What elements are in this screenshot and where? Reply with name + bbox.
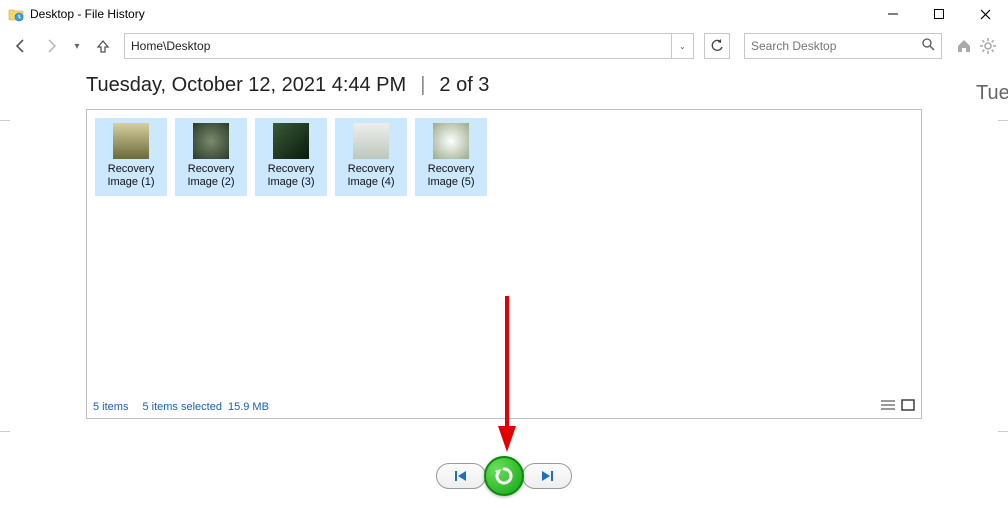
address-text: Home\Desktop <box>125 39 671 53</box>
restore-button[interactable] <box>484 456 524 496</box>
address-bar[interactable]: Home\Desktop ⌄ <box>124 33 694 59</box>
next-version-preview[interactable] <box>998 120 1008 432</box>
file-item[interactable]: RecoveryImage (3) <box>255 118 327 196</box>
file-name: Recovery <box>428 163 474 175</box>
status-size: 15.9 MB <box>228 401 269 413</box>
home-icon[interactable] <box>952 34 976 58</box>
gear-icon[interactable] <box>976 34 1000 58</box>
next-version-title: Tuesda <box>976 82 1008 105</box>
details-view-icon[interactable] <box>881 399 895 414</box>
file-item[interactable]: RecoveryImage (5) <box>415 118 487 196</box>
file-name: Recovery <box>348 163 394 175</box>
thumbnail-image <box>113 123 149 159</box>
file-name: Recovery <box>188 163 234 175</box>
version-header: Tuesday, October 12, 2021 4:44 PM | 2 of… <box>86 74 922 97</box>
folder-history-icon <box>8 6 24 22</box>
window-title: Desktop - File History <box>30 7 145 21</box>
recent-dropdown[interactable]: ▾ <box>68 33 86 59</box>
file-item[interactable]: RecoveryImage (4) <box>335 118 407 196</box>
next-version-button[interactable] <box>522 463 572 489</box>
status-count: 5 items <box>93 401 128 413</box>
search-box[interactable] <box>744 33 942 59</box>
minimize-button[interactable] <box>870 0 916 28</box>
thumbnail-image <box>193 123 229 159</box>
file-item[interactable]: RecoveryImage (1) <box>95 118 167 196</box>
version-position: 2 of 3 <box>439 74 489 97</box>
back-button[interactable] <box>8 33 34 59</box>
content-region: Tuesda Tuesday, October 12, 2021 4:44 PM… <box>0 74 1008 419</box>
search-input[interactable] <box>751 39 922 53</box>
file-name: Recovery <box>268 163 314 175</box>
maximize-button[interactable] <box>916 0 962 28</box>
previous-version-button[interactable] <box>436 463 486 489</box>
thumbnail-image <box>273 123 309 159</box>
titlebar: Desktop - File History <box>0 0 1008 28</box>
history-nav-controls <box>0 456 1008 496</box>
version-datetime: Tuesday, October 12, 2021 4:44 PM <box>86 74 406 97</box>
file-name: Recovery <box>108 163 154 175</box>
up-button[interactable] <box>90 33 116 59</box>
navbar: ▾ Home\Desktop ⌄ <box>0 28 1008 64</box>
forward-button[interactable] <box>38 33 64 59</box>
thumbnail-grid: RecoveryImage (1) RecoveryImage (2) Reco… <box>87 110 921 204</box>
search-icon <box>922 38 935 54</box>
thumbnail-view-icon[interactable] <box>901 399 915 414</box>
address-dropdown[interactable]: ⌄ <box>671 34 693 58</box>
file-item[interactable]: RecoveryImage (2) <box>175 118 247 196</box>
status-selection: 5 items selected <box>142 401 221 413</box>
thumbnail-image <box>433 123 469 159</box>
file-list-pane: RecoveryImage (1) RecoveryImage (2) Reco… <box>86 109 922 419</box>
status-bar: 5 items 5 items selected 15.9 MB <box>93 399 915 414</box>
thumbnail-image <box>353 123 389 159</box>
previous-version-preview[interactable] <box>0 120 10 432</box>
refresh-button[interactable] <box>704 33 730 59</box>
close-button[interactable] <box>962 0 1008 28</box>
window-controls <box>870 0 1008 28</box>
separator: | <box>420 74 425 97</box>
